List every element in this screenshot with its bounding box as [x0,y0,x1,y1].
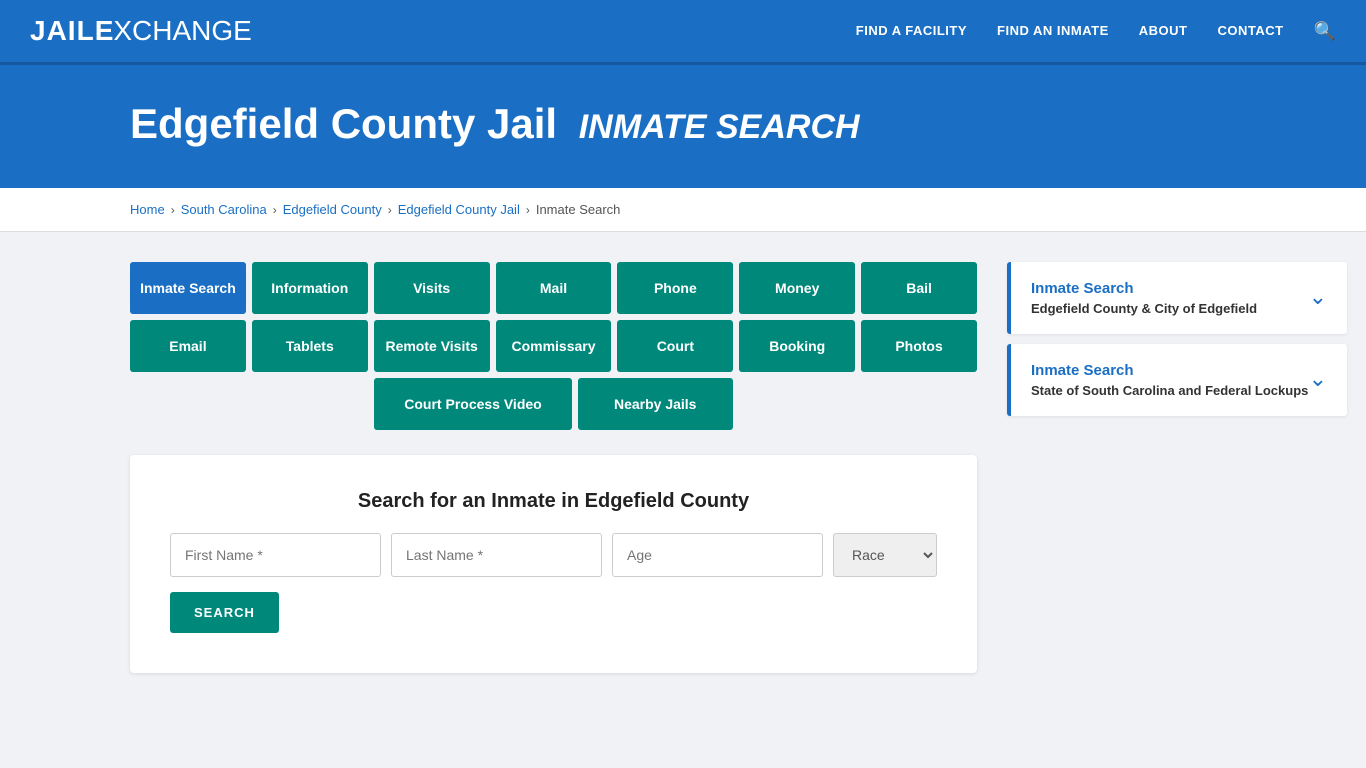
logo-xchange: XCHANGE [113,15,251,46]
form-row-names: Race White Black Hispanic Asian Other [170,533,937,577]
hero-section: Edgefield County Jail INMATE SEARCH [0,65,1366,188]
nav-links: FIND A FACILITY FIND AN INMATE ABOUT CON… [856,21,1336,42]
nav-find-inmate[interactable]: FIND AN INMATE [997,22,1109,40]
nav-search-icon[interactable]: 🔍 [1314,21,1336,42]
main-content: Inmate Search Information Visits Mail Ph… [0,232,1366,703]
sidebar: Inmate Search Edgefield County & City of… [1007,262,1347,418]
nav-about[interactable]: ABOUT [1139,22,1188,40]
search-form-box: Search for an Inmate in Edgefield County… [130,455,977,673]
sidebar-item-1-title: Inmate Search [1031,280,1257,297]
nav-find-inmate-link[interactable]: FIND AN INMATE [997,23,1109,38]
breadcrumb-sep-4: › [526,203,530,217]
navbar: JAILEXCHANGE FIND A FACILITY FIND AN INM… [0,0,1366,65]
hero-subtitle: INMATE SEARCH [579,108,860,146]
sidebar-gap [1007,336,1347,344]
btn-tablets[interactable]: Tablets [252,320,368,372]
btn-information[interactable]: Information [252,262,368,314]
nav-contact[interactable]: CONTACT [1217,22,1283,40]
first-name-input[interactable] [170,533,381,577]
nav-find-facility[interactable]: FIND A FACILITY [856,22,967,40]
age-input[interactable] [612,533,823,577]
search-icon[interactable]: 🔍 [1314,21,1336,41]
chevron-down-icon-1: ⌄ [1309,284,1327,310]
chevron-down-icon-2: ⌄ [1309,366,1327,392]
btn-phone[interactable]: Phone [617,262,733,314]
nav-button-row-1: Inmate Search Information Visits Mail Ph… [130,262,977,314]
logo-jail: JAIL [30,15,95,47]
breadcrumb-sep-3: › [388,203,392,217]
btn-money[interactable]: Money [739,262,855,314]
breadcrumb-ec[interactable]: Edgefield County [283,202,382,217]
left-section: Inmate Search Information Visits Mail Ph… [130,262,977,673]
btn-booking[interactable]: Booking [739,320,855,372]
breadcrumb-sep-2: › [273,203,277,217]
btn-mail[interactable]: Mail [496,262,612,314]
logo: JAILEXCHANGE [30,15,252,47]
hero-title: Edgefield County Jail [130,100,557,147]
last-name-input[interactable] [391,533,602,577]
race-select[interactable]: Race White Black Hispanic Asian Other [833,533,937,577]
btn-inmate-search[interactable]: Inmate Search [130,262,246,314]
breadcrumb-home[interactable]: Home [130,202,165,217]
btn-court[interactable]: Court [617,320,733,372]
breadcrumb-current: Inmate Search [536,202,621,217]
search-form-title: Search for an Inmate in Edgefield County [170,490,937,513]
nav-button-row-3: Court Process Video Nearby Jails [130,378,977,430]
nav-button-row-2: Email Tablets Remote Visits Commissary C… [130,320,977,372]
breadcrumb: Home › South Carolina › Edgefield County… [0,188,1366,232]
breadcrumb-sc[interactable]: South Carolina [181,202,267,217]
btn-email[interactable]: Email [130,320,246,372]
btn-remote-visits[interactable]: Remote Visits [374,320,490,372]
btn-nearby-jails[interactable]: Nearby Jails [578,378,733,430]
sidebar-item-2-text: Inmate Search State of South Carolina an… [1031,362,1308,398]
btn-visits[interactable]: Visits [374,262,490,314]
breadcrumb-ecj[interactable]: Edgefield County Jail [398,202,520,217]
sidebar-item-2[interactable]: Inmate Search State of South Carolina an… [1007,344,1347,416]
btn-commissary[interactable]: Commissary [496,320,612,372]
nav-about-link[interactable]: ABOUT [1139,23,1188,38]
nav-find-facility-link[interactable]: FIND A FACILITY [856,23,967,38]
search-submit-button[interactable]: SEARCH [170,592,279,633]
sidebar-item-1-subtitle: Edgefield County & City of Edgefield [1031,301,1257,316]
logo-x: E [95,15,114,46]
nav-contact-link[interactable]: CONTACT [1217,23,1283,38]
btn-bail[interactable]: Bail [861,262,977,314]
page-title: Edgefield County Jail INMATE SEARCH [130,100,1336,148]
btn-photos[interactable]: Photos [861,320,977,372]
sidebar-item-1[interactable]: Inmate Search Edgefield County & City of… [1007,262,1347,334]
logo-exchange: EXCHANGE [95,15,252,47]
sidebar-item-2-subtitle: State of South Carolina and Federal Lock… [1031,383,1308,398]
sidebar-item-1-text: Inmate Search Edgefield County & City of… [1031,280,1257,316]
breadcrumb-sep-1: › [171,203,175,217]
btn-court-process-video[interactable]: Court Process Video [374,378,571,430]
sidebar-item-2-title: Inmate Search [1031,362,1308,379]
